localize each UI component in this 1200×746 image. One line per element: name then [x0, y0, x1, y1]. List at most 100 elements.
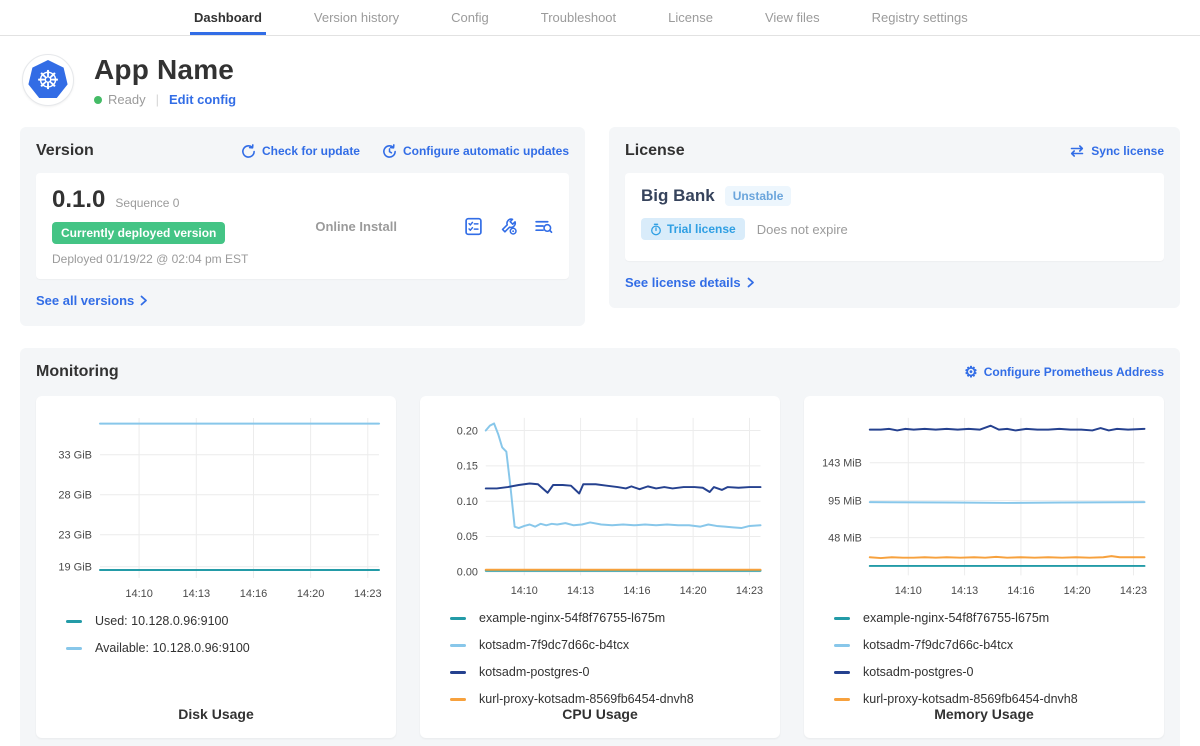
legend-label: Available: 10.128.0.96:9100: [95, 641, 250, 655]
legend-item: kotsadm-postgres-0: [450, 665, 768, 679]
stopwatch-icon: [650, 223, 662, 236]
app-logo: ☸: [22, 54, 74, 106]
tab-troubleshoot[interactable]: Troubleshoot: [537, 1, 620, 35]
legend-color-dash: [834, 671, 850, 674]
svg-text:48 MiB: 48 MiB: [828, 532, 862, 544]
svg-text:14:16: 14:16: [623, 585, 650, 597]
svg-text:14:13: 14:13: [183, 588, 211, 600]
chart-legend: example-nginx-54f8f76755-l675m kotsadm-7f…: [432, 611, 768, 706]
legend-label: kurl-proxy-kotsadm-8569fb6454-dnvh8: [863, 692, 1078, 706]
chart-title: Memory Usage: [816, 706, 1152, 722]
svg-text:14:23: 14:23: [736, 585, 763, 597]
top-nav: Dashboard Version history Config Troublesho…: [0, 0, 1200, 36]
legend-item: Used: 10.128.0.96:9100: [66, 614, 384, 628]
version-sequence: Sequence 0: [115, 196, 179, 210]
monitoring-title: Monitoring: [36, 363, 119, 381]
svg-text:95 MiB: 95 MiB: [828, 495, 862, 507]
svg-text:0.10: 0.10: [457, 496, 478, 508]
version-card-title: Version: [36, 142, 94, 160]
app-title: App Name: [94, 54, 236, 86]
legend-color-dash: [66, 620, 82, 623]
configure-automatic-updates-button[interactable]: Configure automatic updates: [382, 144, 569, 159]
legend-color-dash: [834, 698, 850, 701]
legend-item: kotsadm-7f9dc7d66c-b4tcx: [450, 638, 768, 652]
channel-badge: Unstable: [725, 186, 792, 206]
disk-usage-chart-panel: 19 GiB 23 GiB 28 GiB 33 GiB 14:10 14:13 14:16 1…: [36, 396, 396, 738]
tab-version-history[interactable]: Version history: [310, 1, 403, 35]
license-card-title: License: [625, 142, 685, 160]
legend-item: Available: 10.128.0.96:9100: [66, 641, 384, 655]
tab-license[interactable]: License: [664, 1, 717, 35]
svg-text:14:13: 14:13: [567, 585, 594, 597]
chart-title: Disk Usage: [48, 706, 384, 722]
disk-usage-chart: 19 GiB 23 GiB 28 GiB 33 GiB 14:10 14:13 14:16 1…: [48, 408, 384, 604]
configure-prometheus-button[interactable]: ⚙ Configure Prometheus Address: [964, 365, 1164, 380]
svg-text:14:10: 14:10: [895, 585, 922, 597]
edit-config-link[interactable]: Edit config: [169, 92, 236, 107]
legend-color-dash: [834, 617, 850, 620]
license-card: License Sync license Big Bank Unstable T…: [609, 127, 1180, 308]
legend-item: kotsadm-7f9dc7d66c-b4tcx: [834, 638, 1152, 652]
legend-item: kurl-proxy-kotsadm-8569fb6454-dnvh8: [450, 692, 768, 706]
tab-view-files[interactable]: View files: [761, 1, 824, 35]
cpu-usage-chart-panel: 0.00 0.05 0.10 0.15 0.20 14:10 14:13 14:16 14:20…: [420, 396, 780, 738]
legend-item: example-nginx-54f8f76755-l675m: [450, 611, 768, 625]
chart-legend: Used: 10.128.0.96:9100 Available: 10.128.…: [48, 614, 384, 655]
legend-item: example-nginx-54f8f76755-l675m: [834, 611, 1152, 625]
divider: |: [156, 92, 159, 107]
svg-text:19 GiB: 19 GiB: [58, 562, 92, 574]
svg-text:0.15: 0.15: [457, 461, 478, 473]
tab-config[interactable]: Config: [447, 1, 493, 35]
tab-registry-settings[interactable]: Registry settings: [868, 1, 972, 35]
svg-text:0.00: 0.00: [457, 567, 478, 579]
svg-text:14:10: 14:10: [125, 588, 153, 600]
svg-text:143 MiB: 143 MiB: [822, 457, 862, 469]
clock-refresh-icon: [382, 144, 397, 159]
legend-label: kotsadm-7f9dc7d66c-b4tcx: [863, 638, 1013, 652]
legend-color-dash: [450, 671, 466, 674]
cpu-usage-chart: 0.00 0.05 0.10 0.15 0.20 14:10 14:13 14:16 14:20…: [432, 408, 768, 601]
svg-text:0.05: 0.05: [457, 531, 478, 543]
current-version-panel: 0.1.0 Sequence 0 Currently deployed vers…: [36, 173, 569, 279]
legend-color-dash: [450, 698, 466, 701]
svg-text:14:16: 14:16: [240, 588, 268, 600]
app-status: Ready: [108, 92, 146, 107]
preflight-checks-icon[interactable]: [464, 217, 483, 236]
legend-color-dash: [450, 644, 466, 647]
chevron-right-icon: [747, 277, 755, 288]
svg-text:0.20: 0.20: [457, 425, 478, 437]
tab-dashboard[interactable]: Dashboard: [190, 1, 266, 35]
svg-text:33 GiB: 33 GiB: [58, 450, 92, 462]
see-license-details-link[interactable]: See license details: [625, 275, 755, 290]
sync-license-button[interactable]: Sync license: [1069, 144, 1164, 158]
deployed-badge: Currently deployed version: [52, 222, 225, 244]
legend-color-dash: [834, 644, 850, 647]
legend-label: kotsadm-7f9dc7d66c-b4tcx: [479, 638, 629, 652]
version-card: Version Check for update Configure autom…: [20, 127, 585, 326]
deploy-logs-icon[interactable]: [534, 217, 553, 236]
sync-arrows-icon: [1069, 144, 1085, 158]
legend-label: kotsadm-postgres-0: [479, 665, 589, 679]
svg-text:28 GiB: 28 GiB: [58, 490, 92, 502]
license-expiry: Does not expire: [757, 222, 848, 237]
svg-text:14:23: 14:23: [1120, 585, 1147, 597]
monitoring-card: Monitoring ⚙ Configure Prometheus Addres…: [20, 348, 1180, 746]
svg-text:14:20: 14:20: [1064, 585, 1091, 597]
app-header: ☸ App Name Ready | Edit config: [0, 36, 1200, 107]
license-panel: Big Bank Unstable Trial license Does not…: [625, 173, 1164, 261]
check-for-update-button[interactable]: Check for update: [241, 144, 360, 159]
svg-text:14:10: 14:10: [511, 585, 538, 597]
svg-text:23 GiB: 23 GiB: [58, 530, 92, 542]
legend-label: kotsadm-postgres-0: [863, 665, 973, 679]
memory-usage-chart-panel: 48 MiB95 MiB143 MiB14:1014:1314:1614:201…: [804, 396, 1164, 738]
config-wrench-icon[interactable]: [499, 217, 518, 236]
kubernetes-wheel-icon: ☸: [28, 60, 68, 100]
deployed-timestamp: Deployed 01/19/22 @ 02:04 pm EST: [52, 252, 248, 266]
license-name: Big Bank: [641, 186, 715, 206]
legend-label: kurl-proxy-kotsadm-8569fb6454-dnvh8: [479, 692, 694, 706]
legend-label: Used: 10.128.0.96:9100: [95, 614, 228, 628]
svg-text:14:20: 14:20: [680, 585, 707, 597]
legend-color-dash: [66, 647, 82, 650]
svg-text:14:20: 14:20: [297, 588, 325, 600]
see-all-versions-link[interactable]: See all versions: [36, 293, 148, 308]
